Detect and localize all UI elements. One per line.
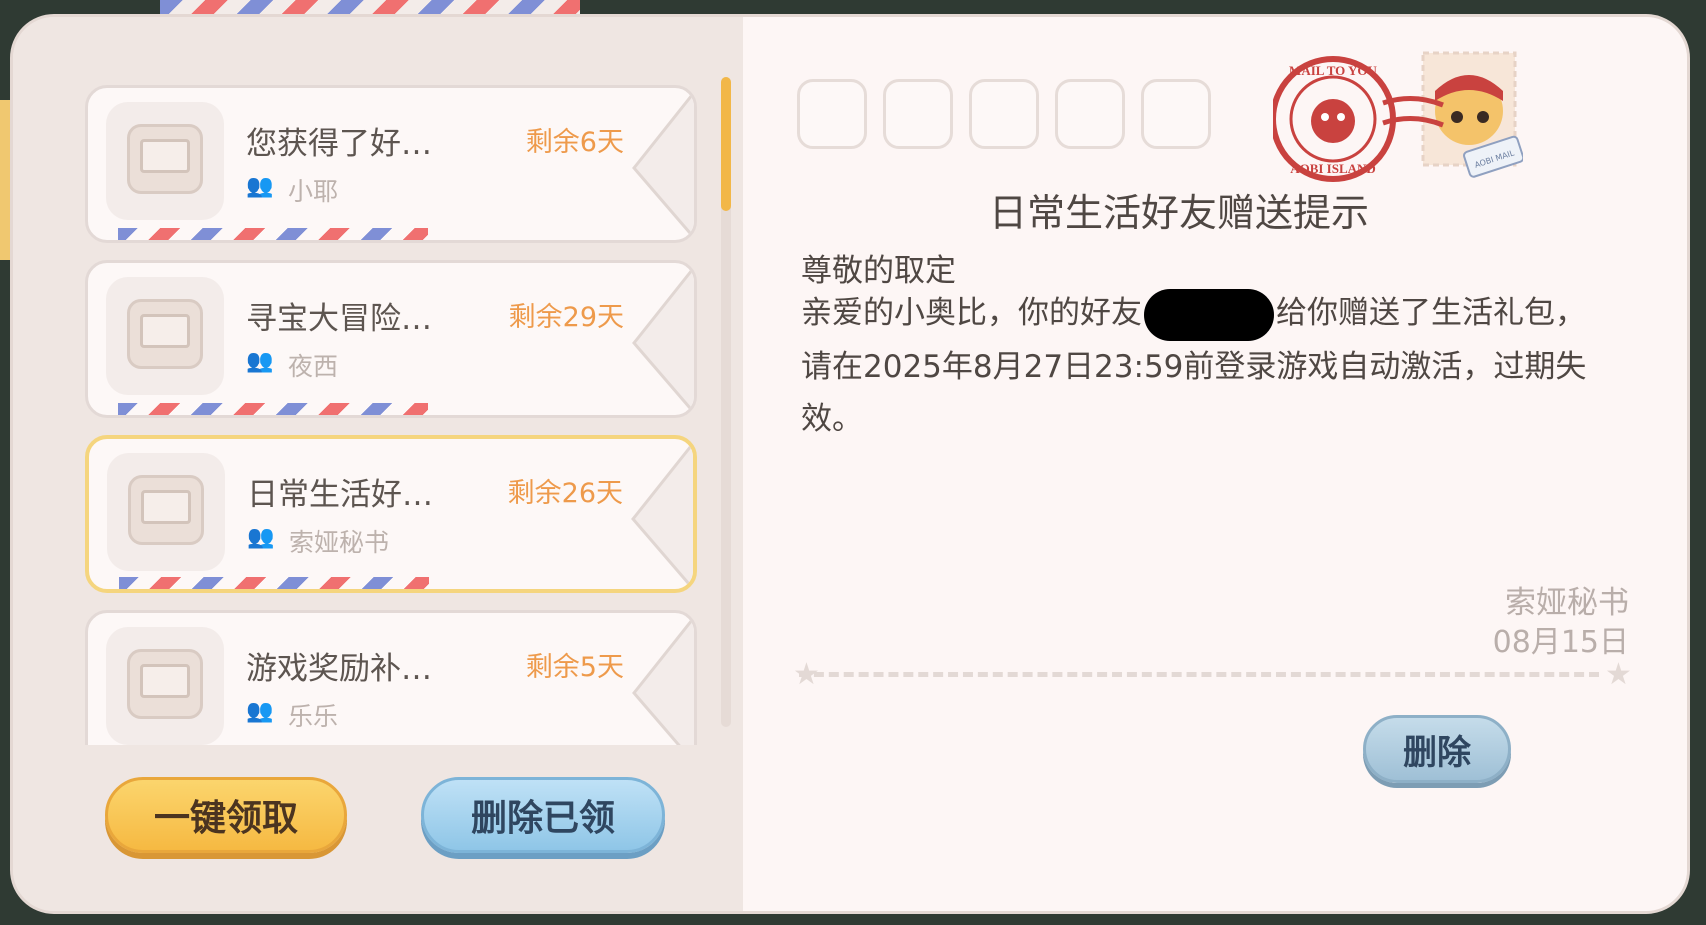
envelope-icon (127, 124, 203, 194)
dashed-divider (799, 672, 1599, 677)
mail-sender: 小耶 (288, 177, 339, 206)
envelope-flap-icon (632, 615, 694, 745)
claim-all-button[interactable]: 一键领取 (105, 777, 347, 853)
attachment-slot (1055, 79, 1125, 149)
mail-item[interactable]: 寻宝大冒险… 剩余29天 👥 夜西 (85, 260, 697, 418)
delete-button[interactable]: 删除 (1363, 715, 1511, 783)
airmail-stripe (119, 577, 429, 589)
postmark-stamp-icon: MAIL TO YOU AOBI ISLAND AOBI MAIL (1273, 51, 1523, 182)
friends-icon: 👥 (246, 699, 274, 724)
stamp-top-text: MAIL TO YOU (1289, 63, 1378, 78)
airmail-stripe (118, 403, 428, 415)
mail-sender: 索娅秘书 (289, 528, 390, 557)
redacted-name (1144, 288, 1274, 341)
mail-sender: 乐乐 (288, 702, 339, 731)
attachment-slot (797, 79, 867, 149)
envelope-flap-icon (632, 90, 694, 240)
mail-title: 游戏奖励补… (246, 651, 432, 687)
envelope-icon (128, 475, 204, 545)
mail-item-selected[interactable]: 日常生活好… 剩余26天 👥 索娅秘书 (85, 435, 697, 593)
mail-detail-title: 日常生活好友赠送提示 (989, 191, 1370, 235)
mail-list-pane: 您获得了好… 剩余6天 👥 小耶 寻宝大冒险… 剩余29天 👥 夜西 日常生活好… (13, 17, 743, 911)
mail-remaining-days: 剩余5天 (525, 652, 624, 683)
airmail-stripe (118, 228, 428, 240)
stamp-bottom-text: AOBI ISLAND (1290, 161, 1376, 176)
mail-item[interactable]: 您获得了好… 剩余6天 👥 小耶 (85, 85, 697, 243)
mail-body: 亲爱的小奥比，你的好友 给你赠送了生活礼包，请在2025年8月27日23:59前登… (801, 287, 1601, 445)
mail-envelope-icon-box (106, 277, 224, 395)
mailbox-panel: 您获得了好… 剩余6天 👥 小耶 寻宝大冒险… 剩余29天 👥 夜西 日常生活好… (10, 14, 1690, 914)
mail-greeting: 尊敬的取定 (801, 253, 956, 289)
envelope-flap-icon (631, 441, 693, 589)
friends-icon: 👥 (247, 525, 275, 550)
scrollbar-thumb[interactable] (721, 77, 731, 211)
mail-signature: 索娅秘书 (1505, 585, 1629, 621)
delete-claimed-button[interactable]: 删除已领 (421, 777, 665, 853)
mail-list[interactable]: 您获得了好… 剩余6天 👥 小耶 寻宝大冒险… 剩余29天 👥 夜西 日常生活好… (73, 75, 713, 745)
attachment-slot (1141, 79, 1211, 149)
mail-title: 日常生活好… (247, 477, 433, 513)
envelope-icon (127, 649, 203, 719)
mail-remaining-days: 剩余6天 (525, 127, 624, 158)
background-top-scrap (160, 0, 580, 14)
envelope-flap-icon (632, 265, 694, 415)
star-icon: ★ (1605, 657, 1632, 692)
mail-item[interactable]: 游戏奖励补… 剩余5天 👥 乐乐 (85, 610, 697, 745)
envelope-icon (127, 299, 203, 369)
mail-envelope-icon-box (106, 102, 224, 220)
mail-remaining-days: 剩余26天 (507, 478, 623, 509)
mail-envelope-icon-box (107, 453, 225, 571)
mail-envelope-icon-box (106, 627, 224, 745)
mail-remaining-days: 剩余29天 (508, 302, 624, 333)
friends-icon: 👥 (246, 174, 274, 199)
friends-icon: 👥 (246, 349, 274, 374)
mail-detail-pane: MAIL TO YOU AOBI ISLAND AOBI MAIL 日常生活好友… (743, 17, 1687, 911)
mail-body-part1: 亲爱的小奥比，你的好友 (801, 295, 1142, 331)
mail-title: 寻宝大冒险… (246, 301, 432, 337)
mail-date: 08月15日 (1492, 625, 1629, 660)
attachment-slot (883, 79, 953, 149)
mail-title: 您获得了好… (246, 126, 432, 162)
mail-list-scrollbar[interactable] (721, 77, 731, 727)
attachment-slot (969, 79, 1039, 149)
mail-sender: 夜西 (288, 352, 339, 381)
